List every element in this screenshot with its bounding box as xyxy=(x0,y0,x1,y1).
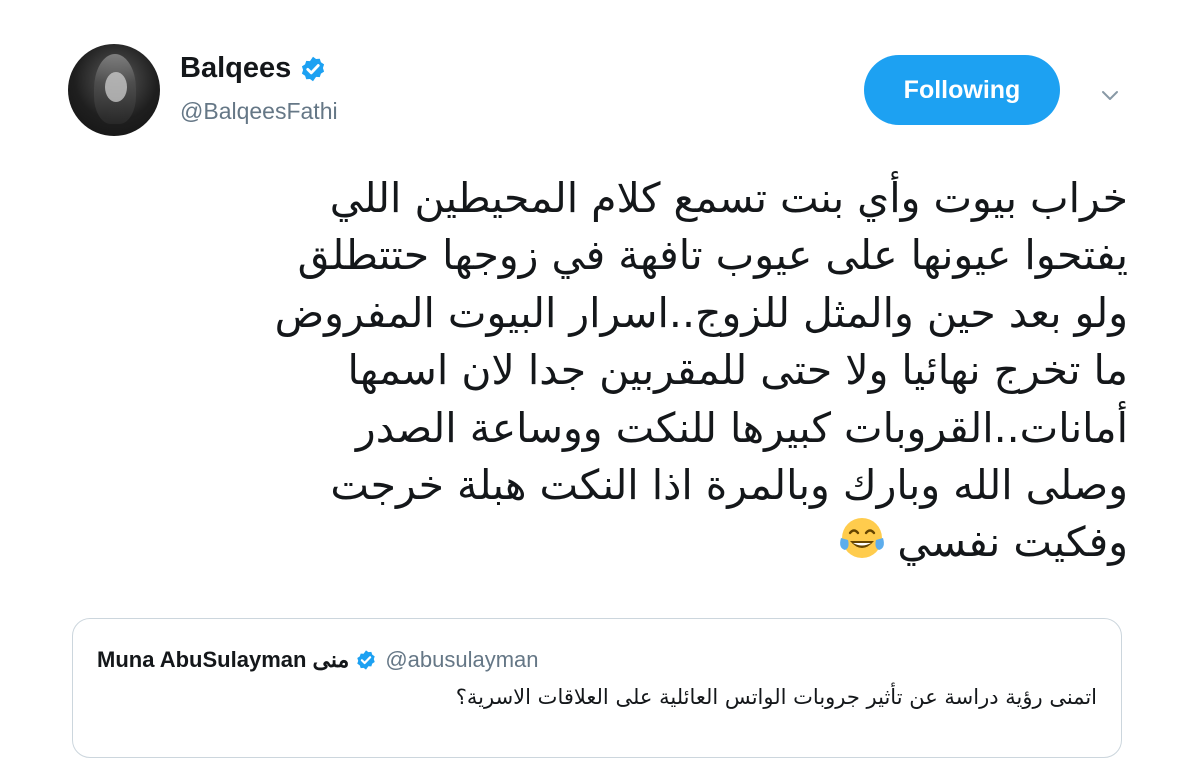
quoted-tweet-header: Muna AbuSulayman منى @abusulayman xyxy=(97,647,539,673)
tweet-line: أمانات..القروبات كبيرها للنكت ووساعة الص… xyxy=(355,403,1128,452)
quoted-author-handle: @abusulayman xyxy=(385,647,539,672)
author-handle[interactable]: @BalqeesFathi xyxy=(180,98,338,125)
verified-badge-icon xyxy=(302,56,325,81)
tweet-line: يفتحوا عيونها على عيوب تافهة في زوجها حت… xyxy=(297,231,1128,280)
author-display-name[interactable]: Balqees xyxy=(180,52,291,85)
verified-badge-icon xyxy=(357,650,376,670)
tweet-line: خراب بيوت وأي بنت تسمع كلام المحيطين الل… xyxy=(329,174,1128,222)
following-button[interactable]: Following xyxy=(864,55,1060,125)
chevron-down-icon[interactable] xyxy=(1098,83,1122,107)
tweet-line: وصلى الله وبارك وبالمرة اذا النكت هبلة خ… xyxy=(330,461,1128,510)
tweet-line: ما تخرج نهائيا ولا حتى للمقربين جدا لان … xyxy=(347,346,1128,395)
avatar-face xyxy=(105,72,127,102)
quoted-tweet-text: اتمنى رؤية دراسة عن تأثير جروبات الواتس … xyxy=(455,685,1097,709)
tweet-line-text: وفكيت نفسي xyxy=(897,518,1128,567)
tweet-line: ولو بعد حين والمثل للزوج..اسرار البيوت ا… xyxy=(274,288,1128,337)
tears-of-joy-emoji-icon xyxy=(840,518,885,559)
quoted-author-name: Muna AbuSulayman منى xyxy=(97,647,350,672)
avatar[interactable] xyxy=(68,44,160,136)
tweet-line-last: وفكيت نفسي xyxy=(60,514,1128,571)
author-name-row: Balqees xyxy=(180,52,327,85)
quoted-tweet[interactable]: Muna AbuSulayman منى @abusulayman اتمنى … xyxy=(72,618,1122,758)
tweet-text: خراب بيوت وأي بنت تسمع كلام المحيطين الل… xyxy=(60,170,1128,572)
